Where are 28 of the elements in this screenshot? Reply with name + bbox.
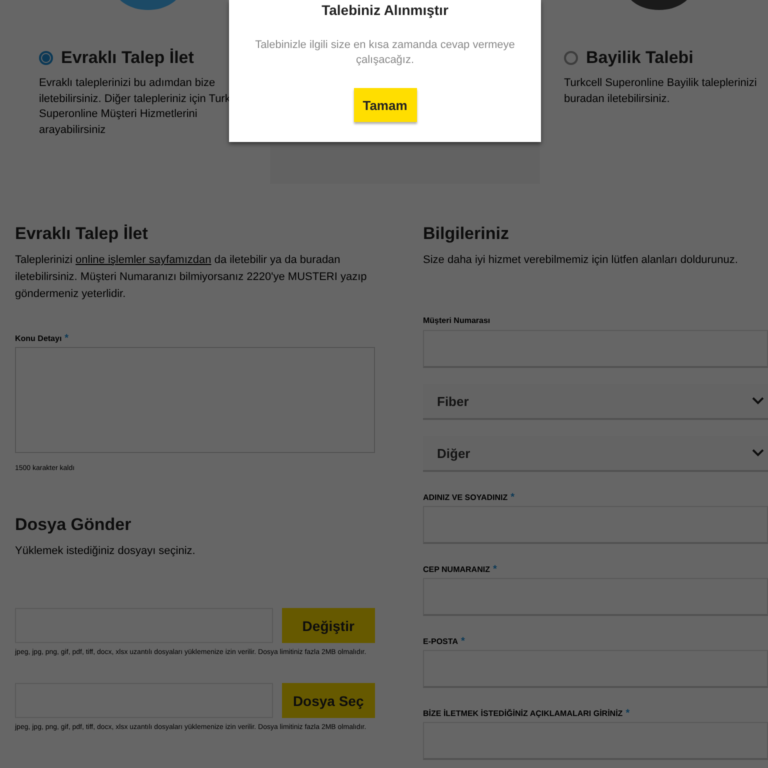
field-label: BİZE İLETMEK İSTEDİĞİNİZ AÇIKLAMALARI GİRİNİZ [423, 709, 623, 718]
section-description: Size daha iyi hizmet verebilmemiz için lütfen alanları doldurunuz. [423, 253, 739, 268]
required-mark: * [510, 492, 515, 503]
dialog-message: Talebinizle ilgili size en kısa zamanda cevap vermeye çalışacağız. [254, 38, 516, 68]
section-title: Bilgileriniz [423, 224, 510, 244]
link[interactable]: online işlemler sayfamızdan [76, 254, 212, 266]
ok-button[interactable]: Tamam [354, 88, 416, 122]
option-description: Superonline Müşteri Hizmetlerini arayabilirsiniz [39, 107, 198, 138]
file-button[interactable]: Değiştir [282, 608, 375, 643]
dialog-title: Talebiniz Alınmıştır [322, 2, 448, 18]
required-mark: * [626, 708, 630, 719]
option-title: Evraklı Talep İlet [61, 48, 194, 68]
option-description: Turkcell Superonline Bayilik taleplerinizi buradan iletebilirsiniz. [564, 76, 758, 106]
field-label: Müşteri Numarası [423, 316, 490, 325]
option-description: Evraklı taleplerinizi bu adımdan bize iletebilirsiniz. Diğer talepleriniz için Turk [39, 76, 232, 106]
field-label: E-POSTA [423, 637, 458, 646]
section-title: Evraklı Talep İlet [15, 224, 149, 244]
field-label: CEP NUMARANIZ [423, 565, 490, 574]
section-title: Dosya Gönder [15, 515, 132, 535]
option-title: Bayilik Talebi [586, 48, 694, 68]
required-mark: * [64, 333, 69, 344]
file-button[interactable]: Dosya Seç [282, 683, 375, 718]
field-label: Konu Detayı [15, 334, 62, 343]
required-mark: * [492, 564, 497, 575]
required-mark: * [460, 636, 465, 647]
section-description: Yüklemek istediğiniz dosyayı seçiniz. [15, 544, 196, 559]
field-label: ADINIZ VE SOYADINIZ [423, 493, 508, 502]
section-description: Taleplerinizi online işlemler sayfamızdan da iletebilir ya da buradan iletebilirsiniz. Müşteri Numaranızı bilmiyorsanız 2220'ye MUSTERI yazıp göndermeniz yeterlidir. [15, 253, 368, 302]
